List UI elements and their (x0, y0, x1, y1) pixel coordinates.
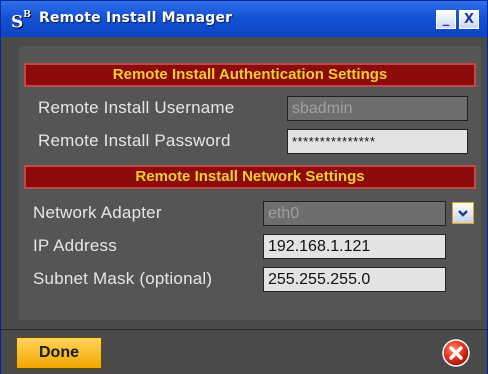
password-field[interactable]: *************** (287, 129, 468, 154)
close-button[interactable]: X (459, 10, 479, 29)
settings-panel: Remote Install Authentication Settings R… (19, 46, 481, 320)
ip-address-field[interactable]: 192.168.1.121 (263, 234, 446, 259)
chevron-down-icon (458, 210, 468, 217)
network-section-header: Remote Install Network Settings (24, 165, 476, 189)
title-bar[interactable]: SB Remote Install Manager _ X (1, 1, 487, 37)
done-button[interactable]: Done (16, 337, 102, 369)
username-label: Remote Install Username (38, 98, 235, 117)
dropdown-toggle-button[interactable] (452, 202, 474, 224)
password-label: Remote Install Password (38, 131, 231, 150)
ip-address-label: IP Address (33, 236, 117, 255)
auth-section-header: Remote Install Authentication Settings (24, 63, 476, 87)
subnet-mask-label: Subnet Mask (optional) (33, 269, 213, 288)
network-adapter-select[interactable]: eth0 (263, 201, 446, 226)
window-title: Remote Install Manager (39, 10, 233, 26)
app-icon: SB (11, 10, 31, 33)
cancel-icon[interactable] (442, 339, 470, 367)
username-field[interactable]: sbadmin (287, 96, 468, 121)
network-adapter-label: Network Adapter (33, 203, 162, 222)
minimize-button[interactable]: _ (436, 10, 456, 29)
remote-install-manager-window: SB Remote Install Manager _ X Remote Ins… (0, 0, 488, 374)
action-bar: Done (1, 329, 487, 374)
subnet-mask-field[interactable]: 255.255.255.0 (263, 267, 446, 292)
window-content: Remote Install Authentication Settings R… (1, 37, 487, 374)
